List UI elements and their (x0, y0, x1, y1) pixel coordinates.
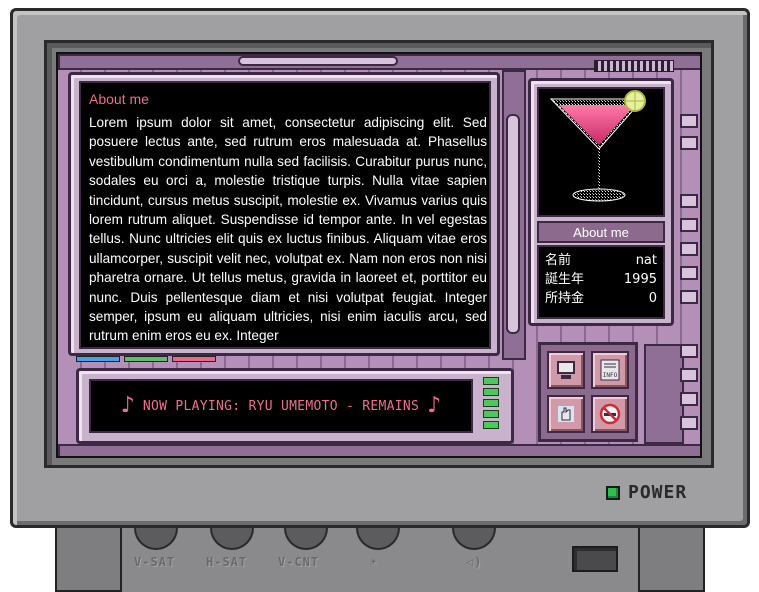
stand-switch[interactable] (572, 546, 618, 572)
level-led (483, 388, 499, 396)
hand-button[interactable] (547, 395, 585, 433)
right-lower-panel (644, 344, 684, 444)
rail-box (680, 114, 698, 128)
stat-label: 誕生年 (545, 272, 585, 287)
stat-row-birth-year: 誕生年 1995 (545, 270, 657, 289)
power-led (606, 486, 620, 500)
stat-row-name: 名前 nat (545, 251, 657, 270)
level-led (483, 410, 499, 418)
vertical-pipe (506, 114, 520, 334)
hand-icon (558, 406, 574, 422)
rail-box (680, 242, 698, 256)
computer-button[interactable] (547, 351, 585, 389)
music-note-icon: ♪ (427, 393, 442, 418)
rail-box (680, 218, 698, 232)
h-sat-label: H-SAT (206, 555, 248, 569)
music-note-icon: ♪ (120, 393, 135, 418)
stat-value: nat (635, 253, 657, 268)
stat-label: 名前 (545, 253, 572, 268)
rail-box (680, 392, 698, 406)
v-sat-label: V-SAT (134, 555, 176, 569)
now-playing-panel: ♪ NOW PLAYING: RYU UMEMOTO - REMAINS ♪ (76, 368, 514, 444)
no-smoking-icon (599, 403, 621, 425)
now-playing-text: NOW PLAYING: RYU UMEMOTO - REMAINS (142, 398, 420, 414)
level-leds (483, 377, 501, 429)
now-playing-display: ♪ NOW PLAYING: RYU UMEMOTO - REMAINS ♪ (89, 379, 473, 433)
rail-box (680, 416, 698, 430)
info-button[interactable]: INFO (591, 351, 629, 389)
top-pipe (238, 56, 398, 66)
profile-panel: About me 名前 nat 誕生年 1995 所持金 0 (528, 78, 674, 326)
rail-box (680, 290, 698, 304)
level-led (483, 421, 499, 429)
stat-label: 所持金 (545, 291, 585, 306)
rail-box (680, 194, 698, 208)
about-body: Lorem ipsum dolor sit amet, consectetur … (89, 115, 487, 344)
info-icon-label: INFO (603, 372, 618, 379)
avatar (537, 87, 665, 217)
info-icon: INFO (600, 359, 620, 381)
tab-green[interactable] (124, 356, 168, 362)
crt-screen: About me Lorem ipsum dolor sit amet, con… (56, 52, 702, 458)
level-led (483, 377, 499, 385)
top-vent (594, 60, 674, 72)
v-cnt-label: V-CNT (278, 555, 320, 569)
rail-box (680, 344, 698, 358)
stat-value: 1995 (623, 272, 657, 287)
rail-box (680, 136, 698, 150)
color-tabs (76, 356, 216, 362)
profile-stats: 名前 nat 誕生年 1995 所持金 0 (537, 245, 665, 319)
stat-value: 0 (648, 291, 657, 306)
power-label[interactable]: POWER (628, 482, 687, 503)
brightness-icon: ☀ (370, 555, 379, 569)
about-panel: About me Lorem ipsum dolor sit amet, con… (68, 72, 500, 356)
level-led (483, 399, 499, 407)
volume-icon: ◁) (466, 555, 483, 569)
about-title: About me (89, 91, 149, 107)
computer-icon (557, 361, 575, 379)
tab-blue[interactable] (76, 356, 120, 362)
profile-header: About me (537, 221, 665, 243)
bottom-frame (58, 444, 700, 456)
tab-pink[interactable] (172, 356, 216, 362)
icon-nav-pad: INFO (538, 342, 638, 442)
about-text-window[interactable]: About me Lorem ipsum dolor sit amet, con… (79, 81, 491, 349)
cocktail-glass-icon (549, 90, 646, 202)
rail-box (680, 266, 698, 280)
right-rail (680, 114, 700, 454)
rail-box (680, 368, 698, 382)
stat-row-money: 所持金 0 (545, 289, 657, 308)
no-smoking-button[interactable] (591, 395, 629, 433)
